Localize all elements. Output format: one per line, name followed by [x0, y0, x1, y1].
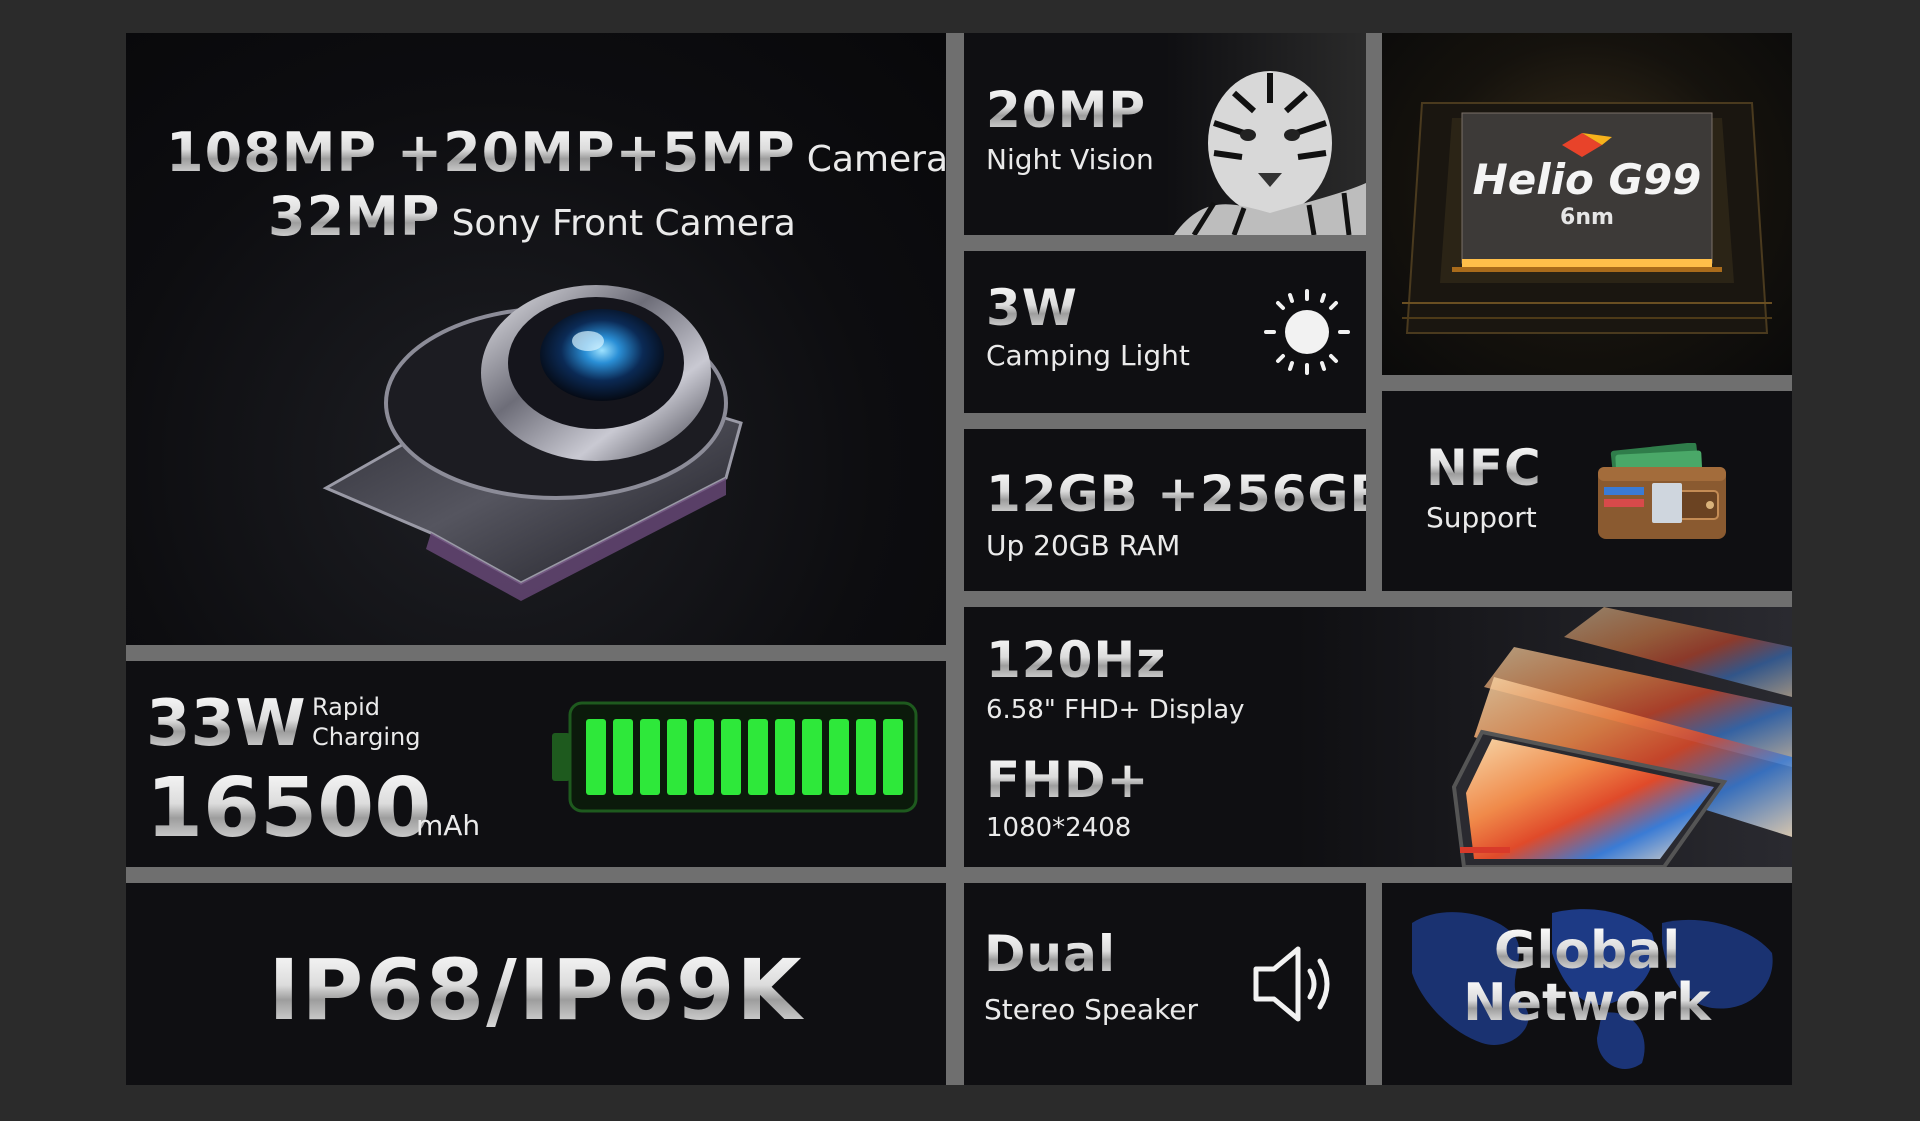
battery-cell	[883, 719, 903, 795]
night-vision-mp: 20MP	[986, 81, 1146, 139]
battery-cell	[802, 719, 822, 795]
battery-cell	[721, 719, 741, 795]
front-camera-label: Sony Front Camera	[451, 203, 796, 244]
storage-spec: 12GB +256GB	[986, 465, 1366, 523]
feature-grid: 108MP +20MP+5MP Camera 32MP Sony Front C…	[126, 33, 1792, 1085]
camera-module-image	[322, 285, 743, 601]
camera-tile: 108MP +20MP+5MP Camera 32MP Sony Front C…	[126, 33, 946, 645]
battery-cell	[613, 719, 633, 795]
speaker-label: Stereo Speaker	[984, 993, 1199, 1026]
battery-cell	[694, 719, 714, 795]
charge-label-2: Charging	[312, 723, 421, 751]
rear-camera-line: 108MP +20MP+5MP Camera	[166, 121, 946, 184]
charge-label-1: Rapid	[312, 693, 380, 721]
rear-camera-label: Camera	[806, 139, 946, 180]
battery-cell	[586, 719, 606, 795]
battery-cell	[748, 719, 768, 795]
processor-tile: Helio G99 6nm	[1382, 33, 1792, 375]
network-tile: Global Network	[1382, 883, 1792, 1085]
front-camera-line: 32MP Sony Front Camera	[268, 185, 796, 248]
resolution-value: 1080*2408	[986, 813, 1132, 843]
night-vision-label: Night Vision	[986, 143, 1154, 176]
ip-rating: IP68/IP69K	[126, 941, 946, 1039]
battery-cell	[829, 719, 849, 795]
ram-spec: Up 20GB RAM	[986, 529, 1181, 562]
light-power: 3W	[986, 279, 1078, 337]
light-label: Camping Light	[986, 339, 1190, 372]
phone-screens-image	[1451, 607, 1792, 867]
network-line-2: Network	[1382, 977, 1792, 1029]
tiger-image	[1174, 71, 1366, 235]
night-vision-tile: 20MP Night Vision	[964, 33, 1366, 235]
refresh-rate: 120Hz	[986, 631, 1167, 689]
network-line-1: Global	[1382, 925, 1792, 977]
battery-gauge	[552, 701, 918, 813]
nfc-label: Support	[1426, 501, 1537, 534]
battery-cell	[775, 719, 795, 795]
rear-camera-mp: 108MP +20MP+5MP	[166, 121, 796, 184]
ip-rating-tile: IP68/IP69K	[126, 883, 946, 1085]
speaker-icon	[1253, 946, 1330, 1022]
memory-tile: 12GB +256GB Up 20GB RAM	[964, 429, 1366, 591]
charge-watt: 33W	[146, 687, 306, 761]
battery-cell	[640, 719, 660, 795]
resolution-title: FHD+	[986, 751, 1150, 809]
display-tile: 120Hz 6.58" FHD+ Display FHD+ 1080*2408	[964, 607, 1792, 867]
battery-unit: mAh	[416, 809, 481, 842]
camping-light-tile: 3W Camping Light	[964, 251, 1366, 413]
sun-icon	[1264, 289, 1350, 375]
nfc-tile: NFC Support	[1382, 391, 1792, 591]
chip-process: 6nm	[1560, 205, 1614, 230]
wallet-icon	[1598, 443, 1726, 539]
battery-cell	[667, 719, 687, 795]
nfc-title: NFC	[1426, 439, 1542, 497]
battery-tile: 33W Rapid Charging 16500 mAh	[126, 661, 946, 867]
chip-image	[1402, 102, 1772, 334]
chip-name: Helio G99	[1472, 155, 1702, 204]
display-spec: 6.58" FHD+ Display	[986, 695, 1245, 725]
battery-cell	[856, 719, 876, 795]
front-camera-mp: 32MP	[268, 185, 441, 248]
speaker-tile: Dual Stereo Speaker	[964, 883, 1366, 1085]
battery-capacity: 16500	[146, 761, 432, 856]
speaker-title: Dual	[984, 925, 1116, 983]
